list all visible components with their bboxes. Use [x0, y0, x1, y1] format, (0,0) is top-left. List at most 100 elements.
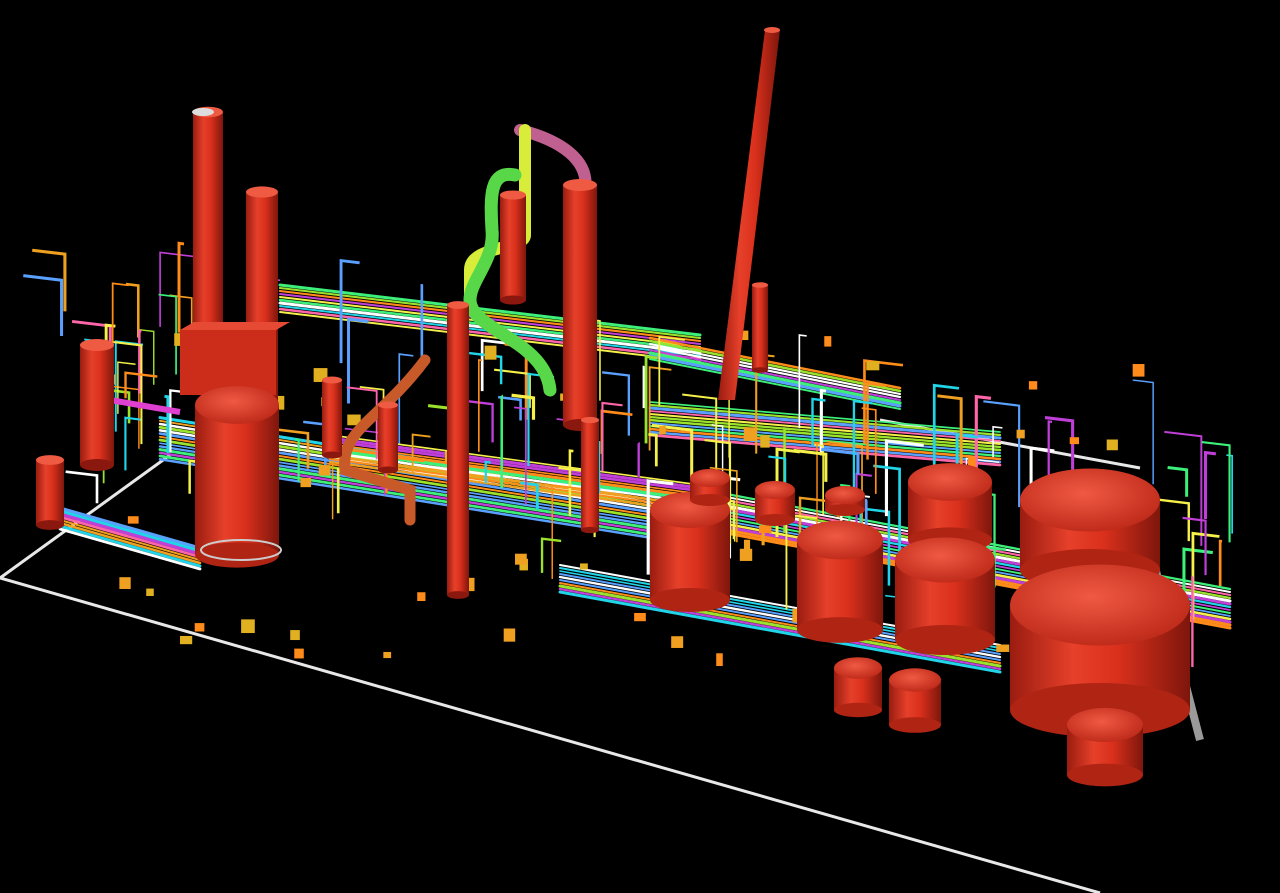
valve — [318, 465, 331, 476]
valve — [1016, 429, 1025, 439]
valve — [300, 477, 312, 488]
pipe-run — [493, 368, 531, 408]
vessel-small-left-body — [36, 460, 64, 525]
pipe-run — [1204, 450, 1217, 520]
pipe-run — [65, 470, 99, 504]
valve — [146, 588, 154, 597]
column-small-c1-body — [322, 380, 342, 455]
vessel-left-body — [80, 345, 114, 465]
valve — [1028, 381, 1038, 390]
pipe — [648, 345, 902, 399]
pipe-run — [347, 317, 369, 404]
vessel-small-left-top — [36, 455, 64, 465]
valve — [743, 539, 751, 551]
column-center-3-body — [563, 185, 597, 425]
valve — [739, 548, 753, 561]
column-center-body — [447, 305, 469, 595]
tank-k-base — [889, 717, 941, 733]
column-center-4-body — [581, 420, 599, 530]
valve — [383, 651, 392, 659]
heater-box-top — [180, 322, 290, 330]
pipe-run — [1191, 576, 1194, 667]
pipe-run — [23, 274, 64, 336]
column-center-2-body — [500, 195, 526, 300]
column-small-c2-body — [378, 405, 398, 470]
tank-j-dome — [834, 657, 882, 679]
tank-l-dome — [1067, 707, 1143, 743]
tank-d-base — [825, 504, 865, 516]
tank-b — [690, 469, 730, 506]
valve — [1132, 364, 1145, 377]
valve — [194, 623, 205, 632]
tank-c-base — [755, 514, 795, 526]
valve — [634, 612, 646, 622]
tank-f-dome — [908, 463, 992, 501]
valve — [659, 426, 666, 435]
heater-drum-body — [195, 405, 279, 555]
tank-b-dome — [690, 469, 730, 487]
valve — [716, 653, 723, 667]
stack-left-2-top — [246, 186, 278, 198]
heater-box — [180, 330, 276, 395]
tank-g-dome — [895, 537, 995, 583]
valve — [1069, 437, 1080, 445]
tank-k — [889, 668, 941, 733]
column-center-2-bottom — [500, 295, 526, 305]
pipe — [59, 519, 201, 561]
pipe-run — [1167, 466, 1189, 497]
vessel-left — [80, 339, 114, 471]
column-right-2 — [752, 282, 768, 373]
column-center-4 — [581, 416, 599, 534]
valve — [996, 644, 1010, 652]
stack-left — [193, 106, 223, 341]
tank-a — [650, 492, 730, 612]
tank-k-dome — [889, 668, 941, 692]
column-small-c1 — [322, 376, 342, 459]
stack-left-cap — [192, 108, 214, 116]
pipe-run — [1164, 430, 1203, 546]
vessel-left-bottom — [80, 459, 114, 471]
valve — [119, 577, 131, 589]
valve — [241, 619, 255, 634]
column-small-c2-top — [378, 401, 398, 409]
valve — [760, 435, 770, 448]
column-right-2-body — [752, 285, 768, 370]
column-center — [447, 301, 469, 599]
tank-l-base — [1067, 763, 1143, 787]
valve — [579, 563, 588, 570]
tank-d — [825, 486, 865, 516]
vessel-small-left — [36, 455, 64, 530]
column-center-3 — [563, 179, 597, 431]
tank-e-base — [797, 617, 883, 643]
valve — [503, 628, 516, 642]
valve — [758, 525, 772, 534]
tank-d-dome — [825, 486, 865, 504]
valve — [417, 592, 426, 602]
tall-stack-right — [718, 30, 780, 400]
pipe — [648, 342, 902, 396]
column-center-top — [447, 301, 469, 309]
tank-b-base — [690, 494, 730, 506]
pipe-run — [125, 282, 140, 338]
column-right-2-top — [752, 282, 768, 288]
heater-drum-dome — [195, 386, 279, 424]
column-center-2 — [500, 190, 526, 305]
pipe — [648, 348, 902, 402]
valve — [484, 345, 497, 360]
valve — [1106, 439, 1118, 451]
tank-c — [755, 481, 795, 526]
tank-e-dome — [797, 520, 883, 560]
column-center-4-bottom — [581, 526, 599, 534]
column-small-c2-bottom — [378, 466, 398, 474]
tank-g-base — [895, 625, 995, 655]
pipe-run — [1218, 539, 1223, 586]
valve — [671, 636, 684, 648]
tank-c-dome — [755, 481, 795, 499]
column-small-c1-bottom — [322, 451, 342, 459]
column-small-c1-top — [322, 376, 342, 384]
valve — [743, 427, 757, 441]
pipe-run — [177, 241, 185, 333]
tank-e — [797, 520, 883, 643]
pipe-run — [158, 293, 177, 375]
equipment-group — [36, 27, 1190, 787]
